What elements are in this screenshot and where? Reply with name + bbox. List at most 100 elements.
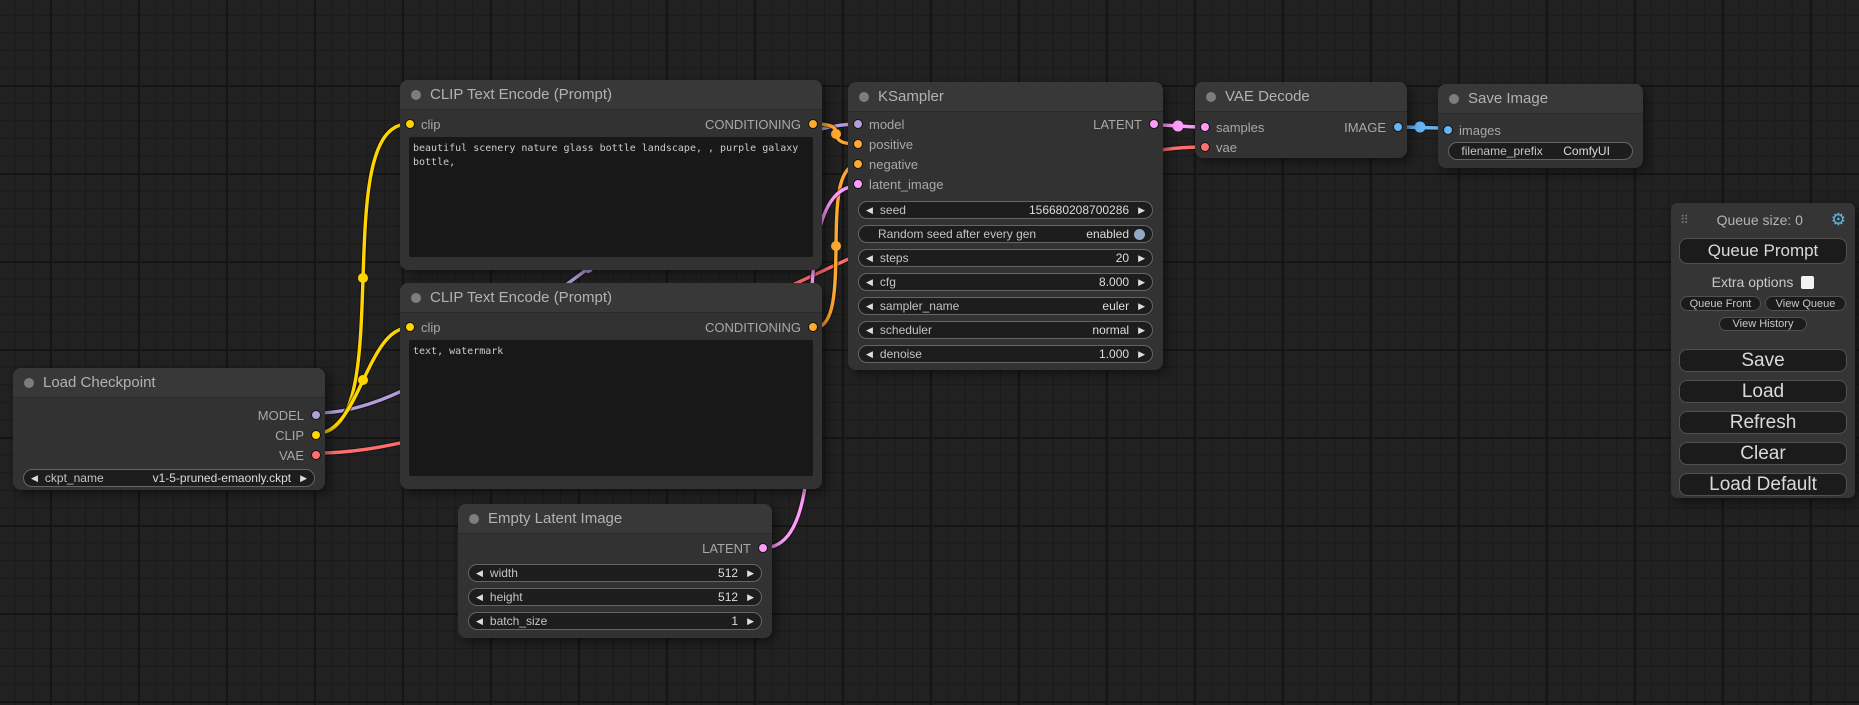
collapse-dot-icon[interactable] <box>411 293 421 303</box>
decrement-arrow-icon[interactable]: ◀ <box>476 593 483 602</box>
increment-arrow-icon[interactable]: ▶ <box>747 569 754 578</box>
widget-ckpt-name[interactable]: ◀ ckpt_name v1-5-pruned-emaonly.ckpt ▶ <box>23 469 315 487</box>
refresh-button[interactable]: Refresh <box>1679 411 1847 434</box>
widget-label: ckpt_name <box>45 471 104 485</box>
view-queue-button[interactable]: View Queue <box>1765 296 1846 311</box>
widget-width[interactable]: ◀ width 512 ▶ <box>468 564 762 582</box>
decrement-arrow-icon[interactable]: ◀ <box>866 326 873 335</box>
graph-canvas[interactable]: { "icons": { "arrow_left": "◀", "arrow_r… <box>0 0 1859 705</box>
node-title-bar[interactable]: Save Image <box>1438 84 1643 114</box>
vae-output-port[interactable] <box>311 450 321 460</box>
widget-steps[interactable]: ◀ steps 20 ▶ <box>858 249 1153 267</box>
increment-arrow-icon[interactable]: ▶ <box>1138 350 1145 359</box>
load-button[interactable]: Load <box>1679 380 1847 403</box>
node-empty-latent-image[interactable]: Empty Latent Image LATENT ◀ width 512 ▶ … <box>458 504 772 638</box>
model-input-port[interactable] <box>853 119 863 129</box>
collapse-dot-icon[interactable] <box>469 514 479 524</box>
node-clip-text-encode-negative[interactable]: CLIP Text Encode (Prompt) clip CONDITION… <box>400 283 822 489</box>
increment-arrow-icon[interactable]: ▶ <box>1138 326 1145 335</box>
conditioning-output-port[interactable] <box>808 119 818 129</box>
latent-image-input-port[interactable] <box>853 179 863 189</box>
decrement-arrow-icon[interactable]: ◀ <box>866 278 873 287</box>
clear-button[interactable]: Clear <box>1679 442 1847 465</box>
latent-output-port[interactable] <box>1149 119 1159 129</box>
clip-output-port[interactable] <box>311 430 321 440</box>
samples-input-port[interactable] <box>1200 122 1210 132</box>
widget-random-seed-toggle[interactable]: Random seed after every gen enabled <box>858 225 1153 243</box>
node-title-bar[interactable]: CLIP Text Encode (Prompt) <box>400 80 822 110</box>
widget-sampler-name[interactable]: ◀ sampler_name euler ▶ <box>858 297 1153 315</box>
gear-icon[interactable]: ⚙ <box>1831 213 1846 227</box>
output-label: CLIP <box>275 428 304 443</box>
increment-arrow-icon[interactable]: ▶ <box>747 593 754 602</box>
node-save-image[interactable]: Save Image images filename_prefix ComfyU… <box>1438 84 1643 168</box>
node-title-bar[interactable]: VAE Decode <box>1195 82 1407 112</box>
load-default-button[interactable]: Load Default <box>1679 473 1847 496</box>
conditioning-output-port[interactable] <box>808 322 818 332</box>
widget-scheduler[interactable]: ◀ scheduler normal ▶ <box>858 321 1153 339</box>
slot-row: positive <box>848 134 1163 154</box>
widget-height[interactable]: ◀ height 512 ▶ <box>468 588 762 606</box>
input-label: vae <box>1216 140 1237 155</box>
images-input-port[interactable] <box>1443 125 1453 135</box>
negative-input-port[interactable] <box>853 159 863 169</box>
queue-prompt-button[interactable]: Queue Prompt <box>1679 238 1847 264</box>
decrement-arrow-icon[interactable]: ◀ <box>866 254 873 263</box>
save-button[interactable]: Save <box>1679 349 1847 372</box>
positive-input-port[interactable] <box>853 139 863 149</box>
decrement-arrow-icon[interactable]: ◀ <box>866 206 873 215</box>
output-row: CLIP <box>13 425 325 445</box>
widget-cfg[interactable]: ◀ cfg 8.000 ▶ <box>858 273 1153 291</box>
increment-arrow-icon[interactable]: ▶ <box>1138 302 1145 311</box>
widget-filename-prefix[interactable]: filename_prefix ComfyUI <box>1448 142 1633 160</box>
increment-arrow-icon[interactable]: ▶ <box>747 617 754 626</box>
queue-front-button[interactable]: Queue Front <box>1680 296 1761 311</box>
widget-label: Random seed after every gen <box>878 227 1036 241</box>
vae-input-port[interactable] <box>1200 142 1210 152</box>
toggle-icon[interactable] <box>1134 229 1145 240</box>
extra-options-checkbox[interactable] <box>1801 276 1814 289</box>
decrement-arrow-icon[interactable]: ◀ <box>476 569 483 578</box>
increment-arrow-icon[interactable]: ▶ <box>300 474 307 483</box>
drag-handle-icon[interactable]: ⠿ <box>1680 215 1689 225</box>
node-title-bar[interactable]: CLIP Text Encode (Prompt) <box>400 283 822 313</box>
collapse-dot-icon[interactable] <box>1206 92 1216 102</box>
node-title: Save Image <box>1468 90 1548 107</box>
clip-input-port[interactable] <box>405 322 415 332</box>
widget-value: 20 <box>1116 251 1129 265</box>
increment-arrow-icon[interactable]: ▶ <box>1138 254 1145 263</box>
view-history-button[interactable]: View History <box>1719 317 1807 331</box>
widget-denoise[interactable]: ◀ denoise 1.000 ▶ <box>858 345 1153 363</box>
widget-seed[interactable]: ◀ seed 156680208700286 ▶ <box>858 201 1153 219</box>
node-title-bar[interactable]: Empty Latent Image <box>458 504 772 534</box>
decrement-arrow-icon[interactable]: ◀ <box>866 302 873 311</box>
collapse-dot-icon[interactable] <box>859 92 869 102</box>
slot-row: negative <box>848 154 1163 174</box>
node-title: CLIP Text Encode (Prompt) <box>430 86 612 103</box>
node-title-bar[interactable]: KSampler <box>848 82 1163 112</box>
node-title: Empty Latent Image <box>488 510 622 527</box>
collapse-dot-icon[interactable] <box>24 378 34 388</box>
increment-arrow-icon[interactable]: ▶ <box>1138 278 1145 287</box>
node-title-bar[interactable]: Load Checkpoint <box>13 368 325 398</box>
increment-arrow-icon[interactable]: ▶ <box>1138 206 1145 215</box>
collapse-dot-icon[interactable] <box>411 90 421 100</box>
decrement-arrow-icon[interactable]: ◀ <box>31 474 38 483</box>
model-output-port[interactable] <box>311 410 321 420</box>
collapse-dot-icon[interactable] <box>1449 94 1459 104</box>
output-label: CONDITIONING <box>705 117 801 132</box>
widget-value: ComfyUI <box>1548 144 1625 158</box>
widget-batch-size[interactable]: ◀ batch_size 1 ▶ <box>468 612 762 630</box>
node-ksampler[interactable]: KSampler model LATENT positive negative … <box>848 82 1163 370</box>
node-clip-text-encode-positive[interactable]: CLIP Text Encode (Prompt) clip CONDITION… <box>400 80 822 270</box>
decrement-arrow-icon[interactable]: ◀ <box>866 350 873 359</box>
latent-output-port[interactable] <box>758 543 768 553</box>
decrement-arrow-icon[interactable]: ◀ <box>476 617 483 626</box>
clip-input-port[interactable] <box>405 119 415 129</box>
image-output-port[interactable] <box>1393 122 1403 132</box>
widget-label: batch_size <box>490 614 547 628</box>
node-vae-decode[interactable]: VAE Decode samples IMAGE vae <box>1195 82 1407 158</box>
node-load-checkpoint[interactable]: Load Checkpoint MODEL CLIP VAE ◀ ckpt_na… <box>13 368 325 490</box>
prompt-textarea[interactable]: beautiful scenery nature glass bottle la… <box>409 137 813 257</box>
prompt-textarea[interactable]: text, watermark <box>409 340 813 476</box>
